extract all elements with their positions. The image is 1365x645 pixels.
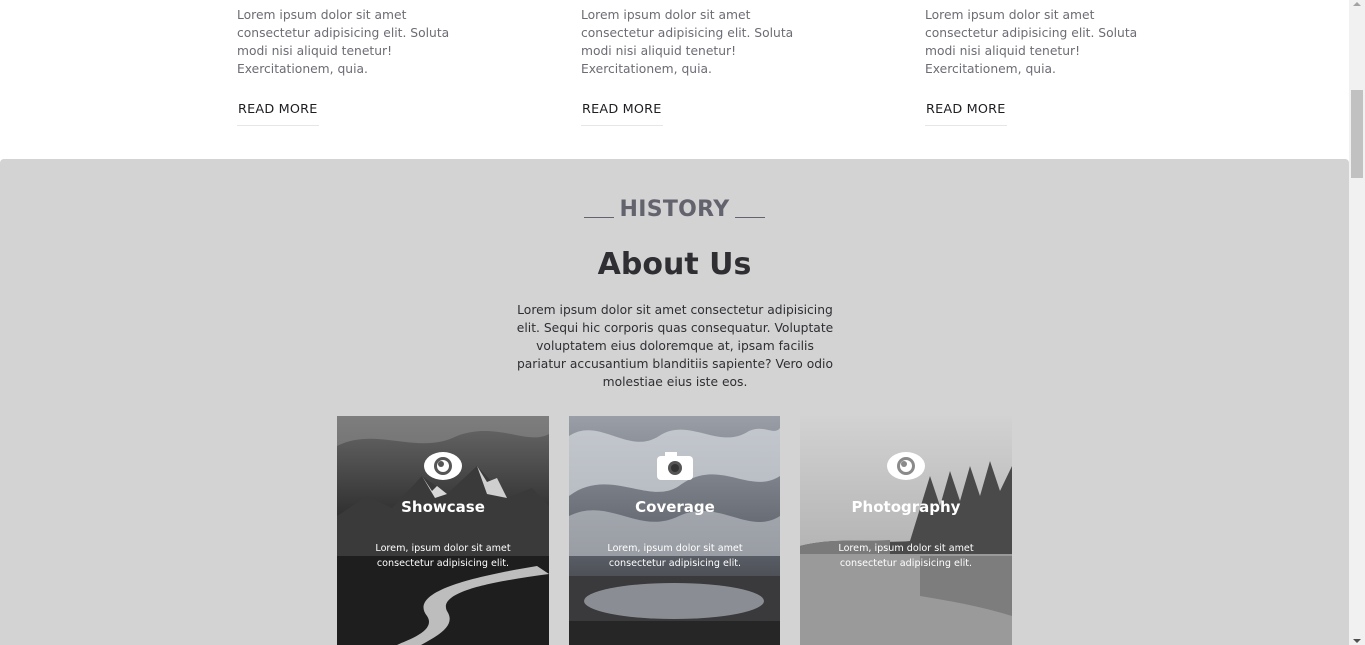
read-more-link[interactable]: READ MORE [581,102,663,126]
eye-icon [800,450,1012,486]
showcase-card[interactable]: Showcase Lorem, ipsum dolor sit amet con… [337,416,549,645]
scrollbar-thumb[interactable] [1351,90,1363,178]
blog-post-excerpt: Lorem ipsum dolor sit amet consectetur a… [925,8,1138,76]
camera-icon [569,450,781,486]
read-more-link[interactable]: READ MORE [925,102,1007,126]
scroll-up-arrow-icon[interactable] [1353,2,1361,6]
photography-card[interactable]: Photography Lorem, ipsum dolor sit amet … [800,416,1012,645]
coverage-card[interactable]: Coverage Lorem, ipsum dolor sit amet con… [569,416,781,645]
blog-post-3: Lorem ipsum dolor sit amet consectetur a… [925,6,1165,126]
blog-post-2: Lorem ipsum dolor sit amet consectetur a… [581,6,821,126]
page: Lorem ipsum dolor sit amet consectetur a… [0,0,1365,645]
read-more-link[interactable]: READ MORE [237,102,319,126]
card-text: Lorem, ipsum dolor sit amet consectetur … [375,543,511,569]
blog-section: Lorem ipsum dolor sit amet consectetur a… [0,0,1349,159]
kicker-text: HISTORY [619,197,730,222]
eye-icon [337,450,549,486]
vertical-scrollbar[interactable] [1349,0,1365,645]
card-title: Showcase [401,498,485,516]
section-kicker: HISTORY [0,197,1349,222]
card-title: Coverage [635,498,715,516]
blog-post-excerpt: Lorem ipsum dolor sit amet consectetur a… [237,8,450,76]
kicker-dash-right [735,217,766,218]
blog-post-excerpt: Lorem ipsum dolor sit amet consectetur a… [581,8,794,76]
history-section: HISTORY About Us Lorem ipsum dolor sit a… [0,159,1349,645]
kicker-dash-left [583,217,614,218]
card-text: Lorem, ipsum dolor sit amet consectetur … [838,543,974,569]
section-title: About Us [597,247,752,282]
card-text: Lorem, ipsum dolor sit amet consectetur … [607,543,743,569]
card-title: Photography [851,498,961,516]
section-lead: Lorem ipsum dolor sit amet consectetur a… [516,303,834,389]
blog-post-1: Lorem ipsum dolor sit amet consectetur a… [237,6,477,126]
scroll-down-arrow-icon[interactable] [1353,639,1361,643]
